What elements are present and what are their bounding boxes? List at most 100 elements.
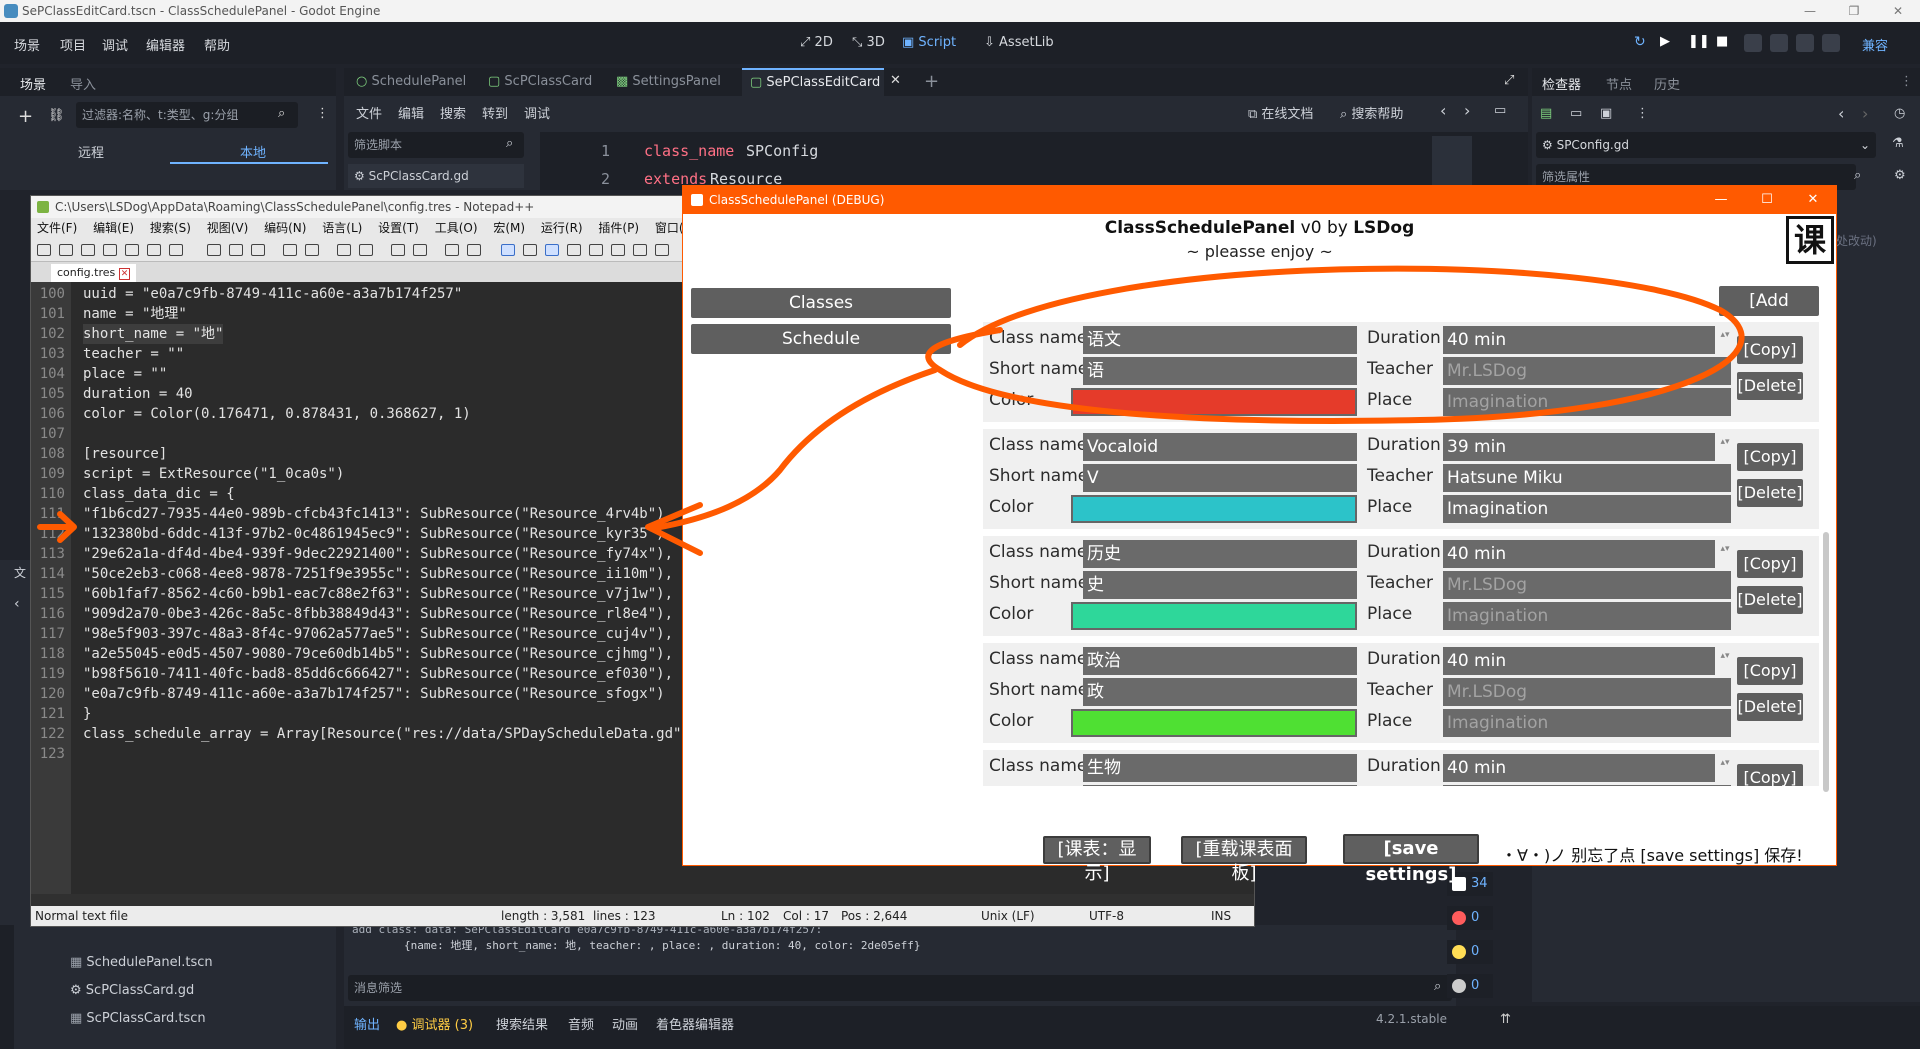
bottom-tab-shader[interactable]: 着色器编辑器 (656, 1014, 734, 1033)
np-menu-item[interactable]: 文件(F) (37, 221, 77, 235)
notepad-tab-config[interactable]: config.tres ✕ (51, 264, 137, 282)
tab-import[interactable]: 导入 (70, 74, 96, 93)
minimize-icon[interactable]: — (1698, 186, 1744, 214)
duration-input[interactable]: 40 min (1443, 326, 1715, 354)
class-name-input[interactable]: 语文 (1083, 326, 1357, 354)
class-name-input[interactable]: Vocaloid (1083, 433, 1357, 461)
mode-assetlib-button[interactable]: ⇩ AssetLib (984, 35, 1054, 50)
delete-button[interactable]: [Delete] (1737, 693, 1803, 721)
cut-icon[interactable] (207, 244, 221, 256)
np-menu-item[interactable]: 设置(T) (378, 221, 419, 235)
reload-icon[interactable]: ↻ (1634, 34, 1652, 52)
stop-icon[interactable]: ■ (1716, 34, 1734, 52)
color-swatch-button[interactable] (1071, 709, 1357, 737)
open-folder-icon[interactable]: ▭ (1570, 106, 1582, 121)
scene-filter-input[interactable]: 过滤器:名称、t:类型、g:分组 (76, 102, 298, 128)
menu-debug[interactable]: 调试 (102, 35, 128, 54)
message-filter-input[interactable]: 消息筛选 (348, 975, 1452, 1001)
duration-spinner[interactable]: ▴▾ (1720, 758, 1730, 778)
redo-icon[interactable] (305, 244, 319, 256)
np-menu-item[interactable]: 工具(O) (435, 221, 478, 235)
place-input[interactable]: Imagination (1443, 388, 1731, 416)
np-menu-item[interactable]: 编辑(E) (93, 221, 134, 235)
copy-button[interactable]: [Copy] (1737, 657, 1803, 685)
short-name-input[interactable]: 语 (1083, 357, 1357, 385)
delete-button[interactable]: [Delete] (1737, 586, 1803, 614)
show-schedule-button[interactable]: [课表：显示] (1043, 836, 1151, 884)
sync-v-icon[interactable] (445, 244, 459, 256)
new-resource-icon[interactable]: ▤ (1540, 106, 1552, 121)
script-menu-edit[interactable]: 编辑 (398, 103, 424, 122)
np-menu-item[interactable]: 插件(P) (598, 221, 639, 235)
script-menu-debug[interactable]: 调试 (524, 103, 550, 122)
local-tab[interactable]: 本地 (240, 142, 266, 161)
duration-spinner[interactable]: ▴▾ (1720, 437, 1730, 457)
open-file-icon[interactable] (59, 244, 73, 256)
search-help-button[interactable]: ⌕ 搜索帮助 (1340, 103, 1403, 122)
menu-project[interactable]: 项目 (60, 35, 86, 54)
teacher-input[interactable]: Mr.LSDog (1443, 785, 1731, 786)
more-menu-icon[interactable]: ⋮ (316, 106, 329, 121)
paste-icon[interactable] (251, 244, 265, 256)
place-input[interactable]: Imagination (1443, 709, 1731, 737)
bottom-tab-debugger[interactable]: ● 调试器 (3) (396, 1014, 473, 1033)
save-icon[interactable] (81, 244, 95, 256)
tab-schedulepanel[interactable]: ○ SchedulePanel (356, 74, 466, 89)
short-name-input[interactable]: 政 (1083, 678, 1357, 706)
script-menu-search[interactable]: 搜索 (440, 103, 466, 122)
movie-maker-icon[interactable] (1822, 34, 1840, 52)
duration-spinner[interactable]: ▴▾ (1720, 330, 1730, 350)
tab-classcard[interactable]: ▢ ScPClassCard (488, 74, 592, 89)
script-menu-goto[interactable]: 转到 (482, 103, 508, 122)
place-input[interactable]: Imagination (1443, 602, 1731, 630)
tab-close-icon[interactable]: ✕ (890, 73, 901, 88)
nav-forward-icon[interactable]: › (1464, 101, 1470, 120)
np-menu-item[interactable]: 语言(L) (322, 221, 362, 235)
duration-spinner[interactable]: ▴▾ (1720, 544, 1730, 564)
inspected-object-select[interactable]: ⚙ SPConfig.gd ⌄ (1536, 132, 1876, 158)
settings-icon[interactable]: ⚙ (1894, 168, 1906, 183)
folder-workspace-icon[interactable] (655, 244, 669, 256)
mode-2d-button[interactable]: ⤢ 2D (800, 35, 833, 50)
doc-map-icon[interactable] (589, 244, 603, 256)
duration-input[interactable]: 40 min (1443, 647, 1715, 675)
find-icon[interactable] (337, 244, 351, 256)
new-file-icon[interactable] (37, 244, 51, 256)
copy-button[interactable]: [Copy] (1737, 764, 1803, 786)
play-custom-icon[interactable] (1796, 34, 1814, 52)
menu-scene[interactable]: 场景 (14, 35, 40, 54)
more-menu-icon[interactable]: ⋮ (1636, 106, 1649, 121)
remote-tab[interactable]: 远程 (78, 142, 104, 161)
script-list-item[interactable]: ⚙ ScPClassCard.gd (348, 164, 524, 188)
np-menu-item[interactable]: 视图(V) (207, 221, 249, 235)
close-icon[interactable]: ✕ (1876, 0, 1920, 22)
nav-back-icon[interactable]: ‹ (1440, 101, 1446, 120)
toggle-panel-icon[interactable]: ▭ (1494, 103, 1506, 118)
tab-node[interactable]: 节点 (1606, 74, 1632, 93)
close-icon[interactable]: ✕ (118, 268, 131, 280)
remote-debug-icon[interactable] (1744, 34, 1762, 52)
class-name-input[interactable]: 历史 (1083, 540, 1357, 568)
short-name-input[interactable]: 史 (1083, 571, 1357, 599)
bottom-tab-search[interactable]: 搜索结果 (496, 1014, 548, 1033)
place-input[interactable]: Imagination (1443, 495, 1731, 523)
fs-item-classcard-gd[interactable]: ⚙ ScPClassCard.gd (70, 983, 194, 998)
np-menu-item[interactable]: 搜索(S) (150, 221, 191, 235)
minimize-icon[interactable]: — (1788, 0, 1832, 22)
fullscreen-icon[interactable]: ⤢ (1504, 73, 1514, 88)
mode-script-button[interactable]: ▣ Script (902, 35, 956, 50)
copy-icon[interactable] (229, 244, 243, 256)
color-swatch-button[interactable] (1071, 388, 1357, 416)
duration-input[interactable]: 40 min (1443, 754, 1715, 782)
save-icon[interactable]: ▣ (1600, 106, 1612, 121)
script-menu-file[interactable]: 文件 (356, 103, 382, 122)
teacher-input[interactable]: Hatsune Miku (1443, 464, 1731, 492)
zoom-out-icon[interactable] (413, 244, 427, 256)
pause-icon[interactable]: ❚❚ (1688, 34, 1710, 52)
teacher-input[interactable]: Mr.LSDog (1443, 571, 1731, 599)
reload-panel-button[interactable]: [重载课表面板] (1181, 836, 1307, 884)
play-scene-icon[interactable] (1770, 34, 1788, 52)
doc-list-icon[interactable] (611, 244, 625, 256)
new-tab-icon[interactable]: + (924, 71, 939, 92)
copy-button[interactable]: [Copy] (1737, 550, 1803, 578)
